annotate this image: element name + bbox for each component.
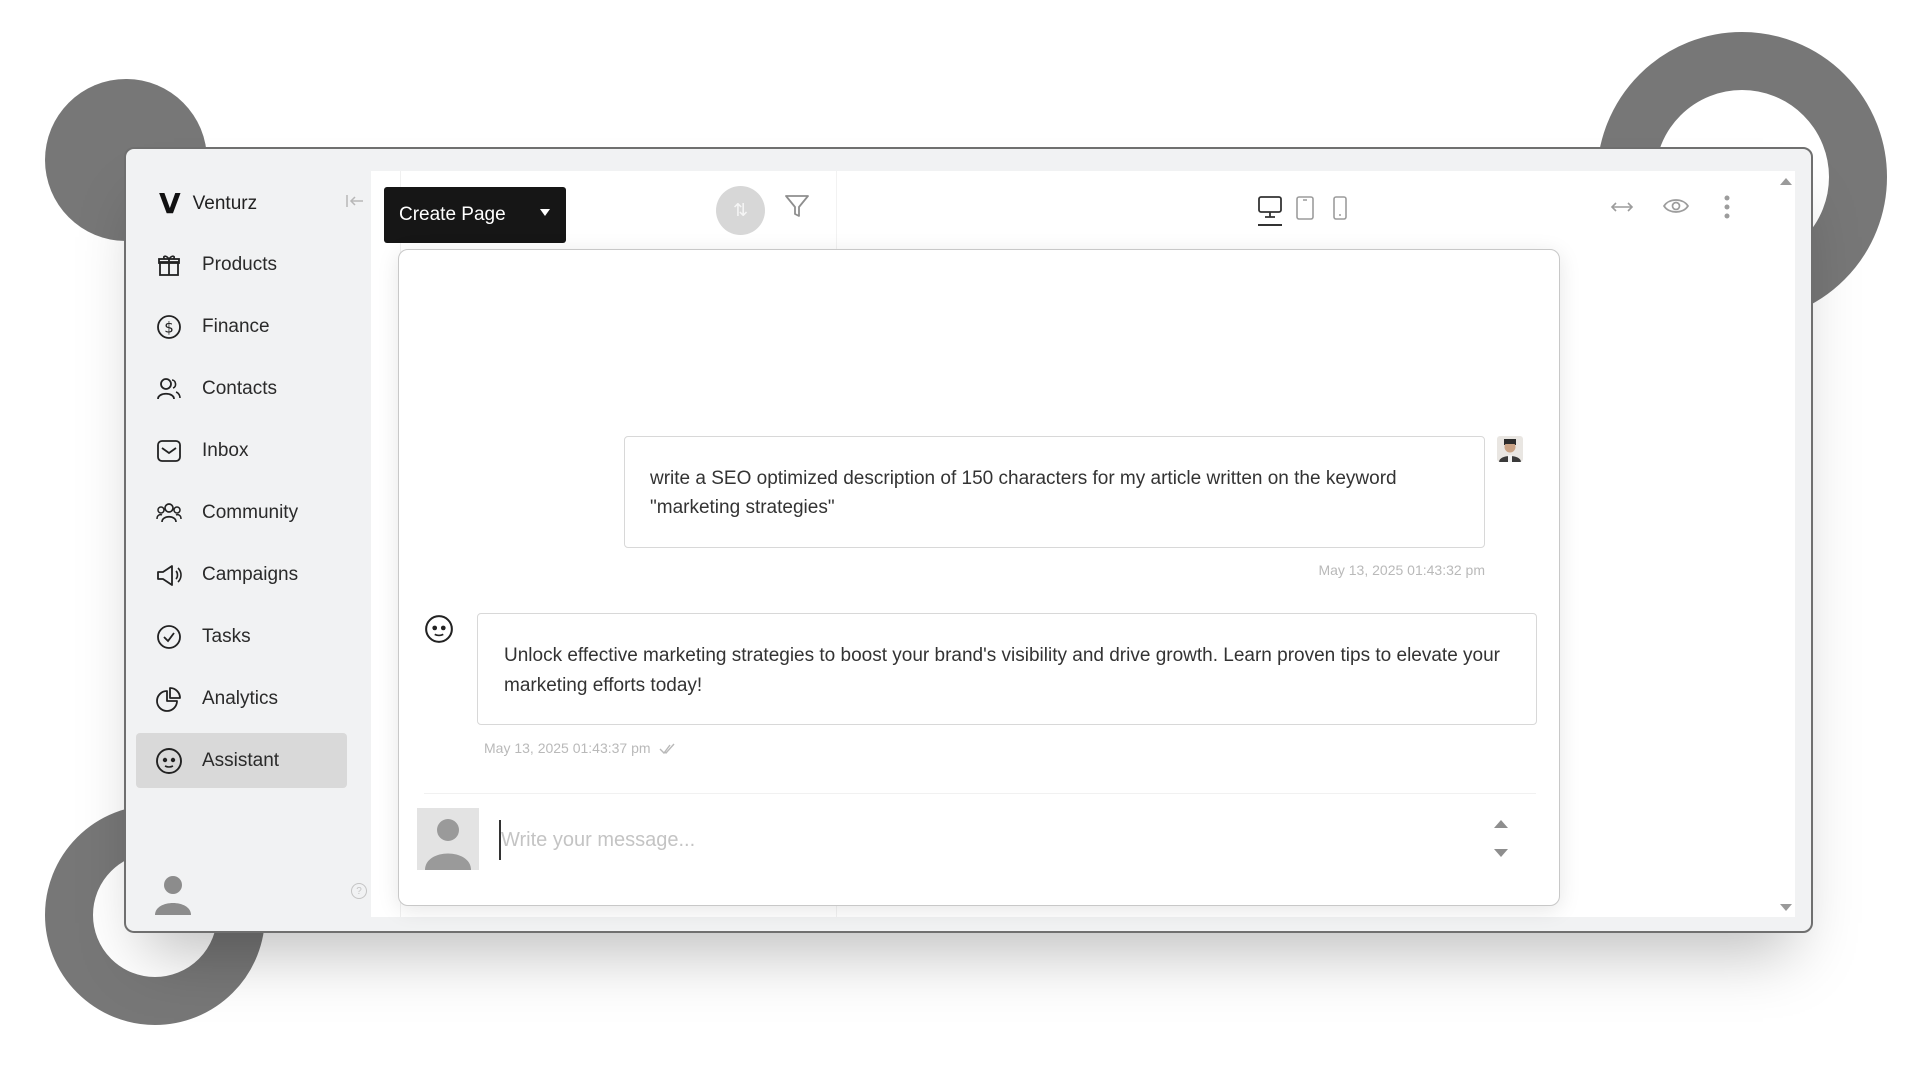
message-meta: May 13, 2025 01:43:37 pm	[484, 740, 675, 756]
community-icon	[154, 498, 184, 528]
user-message-bubble: write a SEO optimized description of 150…	[624, 436, 1485, 548]
dollar-circle-icon: $	[154, 312, 184, 342]
preview-eye-icon[interactable]	[1662, 195, 1690, 217]
sidebar-item-label: Finance	[202, 315, 270, 337]
brand-name: Venturz	[192, 192, 258, 214]
sidebar-item-label: Campaigns	[202, 563, 299, 585]
sidebar-item-label: Analytics	[202, 687, 279, 709]
sidebar-item-products[interactable]: Products	[136, 237, 347, 292]
composer-scroll-down-icon[interactable]	[1494, 849, 1508, 857]
gift-icon	[154, 250, 184, 280]
sidebar-item-label: Tasks	[202, 625, 251, 647]
more-vertical-icon[interactable]	[1721, 193, 1733, 221]
sidebar-item-finance[interactable]: $ Finance	[136, 299, 347, 354]
sidebar: V Venturz Products $ Finance Contacts In…	[126, 149, 371, 931]
phone-view-icon[interactable]	[1330, 195, 1350, 221]
editor-gutter	[371, 171, 401, 917]
check-circle-icon	[154, 622, 184, 652]
megaphone-icon	[154, 560, 184, 590]
brand-logo: V	[159, 187, 181, 220]
sidebar-item-label: Assistant	[202, 749, 280, 771]
sidebar-item-contacts[interactable]: Contacts	[136, 361, 347, 416]
user-avatar[interactable]	[150, 869, 196, 915]
sidebar-item-label: Community	[202, 501, 299, 523]
sidebar-item-label: Products	[202, 253, 277, 275]
assistant-message-bubble: Unlock effective marketing strategies to…	[477, 613, 1537, 725]
pie-chart-icon	[154, 684, 184, 714]
filter-icon[interactable]	[782, 191, 812, 221]
brand[interactable]: V Venturz	[159, 187, 257, 220]
create-page-label: Create Page	[399, 204, 506, 225]
sidebar-item-label: Inbox	[202, 439, 249, 461]
chevron-down-icon[interactable]	[540, 209, 550, 216]
assistant-face-icon	[424, 614, 454, 644]
message-input[interactable]	[499, 820, 1459, 860]
contacts-icon	[154, 374, 184, 404]
inbox-icon	[154, 436, 184, 466]
collapse-left-icon[interactable]	[345, 191, 365, 211]
divider	[424, 793, 1536, 794]
composer-avatar	[417, 808, 479, 870]
assistant-chat-panel: write a SEO optimized description of 150…	[398, 249, 1560, 906]
help-icon[interactable]: ?	[351, 883, 367, 899]
sidebar-item-campaigns[interactable]: Campaigns	[136, 547, 347, 602]
expand-width-icon[interactable]	[1609, 199, 1635, 215]
composer-scroll-up-icon[interactable]	[1494, 820, 1508, 828]
assistant-face-icon	[154, 746, 184, 776]
scroll-down-arrow-icon[interactable]	[1780, 904, 1792, 911]
sidebar-item-assistant[interactable]: Assistant	[136, 733, 347, 788]
sidebar-item-community[interactable]: Community	[136, 485, 347, 540]
sidebar-item-label: Contacts	[202, 377, 277, 399]
message-timestamp: May 13, 2025 01:43:32 pm	[1318, 562, 1485, 578]
desktop-view-icon[interactable]	[1257, 195, 1283, 227]
svg-text:$: $	[164, 318, 174, 336]
message-timestamp: May 13, 2025 01:43:37 pm	[484, 740, 651, 756]
scroll-up-arrow-icon[interactable]	[1780, 178, 1792, 185]
sidebar-item-tasks[interactable]: Tasks	[136, 609, 347, 664]
create-page-button[interactable]: Create Page	[384, 187, 566, 243]
user-avatar-icon	[1497, 436, 1523, 462]
sidebar-nav: Products $ Finance Contacts Inbox Commun…	[136, 237, 347, 795]
sidebar-item-analytics[interactable]: Analytics	[136, 671, 347, 726]
read-check-icon	[659, 742, 675, 755]
sidebar-item-inbox[interactable]: Inbox	[136, 423, 347, 478]
sort-icon[interactable]: ⇅	[716, 186, 765, 235]
tablet-view-icon[interactable]	[1294, 195, 1316, 221]
